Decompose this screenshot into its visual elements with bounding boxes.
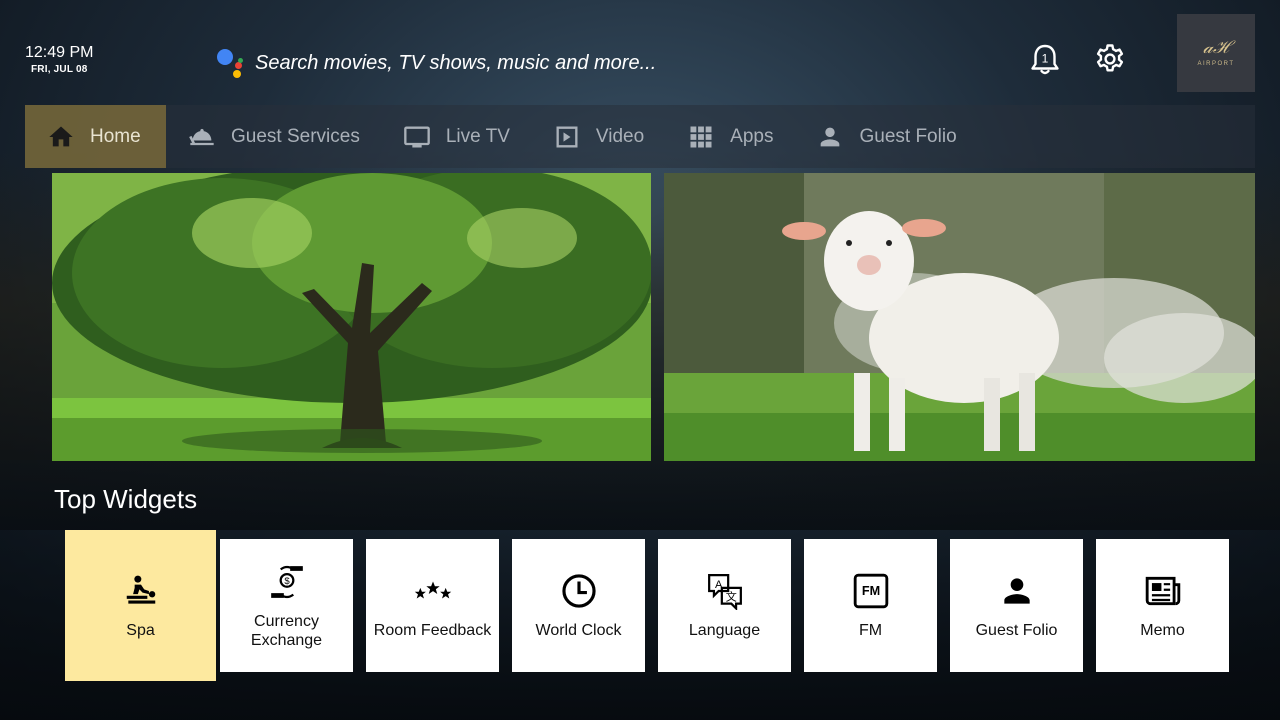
nav-label: Guest Services [231, 125, 360, 147]
widget-label: World Clock [535, 622, 622, 639]
nav-label: Guest Folio [859, 125, 957, 147]
widget-label-line2: Exchange [250, 631, 323, 649]
widget-currency-exchange[interactable]: $ Currency Exchange [220, 539, 353, 672]
widget-label: Spa [126, 622, 155, 639]
search-bar[interactable]: Search movies, TV shows, music and more.… [214, 47, 656, 79]
nav-label: Video [595, 125, 645, 147]
nav-label: Apps [730, 125, 774, 147]
play-icon [552, 122, 582, 152]
widget-room-feedback[interactable]: Room Feedback [366, 539, 499, 672]
widget-label: Room Feedback [373, 622, 492, 639]
nav-item-video[interactable]: Video [531, 105, 665, 168]
widget-spa[interactable]: Spa [65, 530, 216, 681]
logo-text: AIRPORT [1197, 61, 1235, 67]
widget-label: Guest Folio [975, 622, 1058, 639]
nav-label: Home [90, 125, 141, 147]
widget-fm[interactable]: FM FM [804, 539, 937, 672]
notification-bell-icon[interactable]: 1 [1029, 43, 1061, 77]
nav-item-live-tv[interactable]: Live TV [381, 105, 531, 168]
svg-text:$: $ [284, 575, 290, 586]
hotel-logo: 𝒶ℋ AIRPORT [1177, 14, 1255, 92]
main-nav: Home Guest Services Live TV Video Apps G… [25, 105, 1255, 168]
search-placeholder[interactable]: Search movies, TV shows, music and more.… [255, 52, 656, 75]
nav-item-guest-folio[interactable]: Guest Folio [794, 105, 977, 168]
svg-text:FM: FM [861, 584, 879, 598]
widget-memo[interactable]: Memo [1096, 539, 1229, 672]
widget-label: FM [858, 622, 883, 639]
widget-label: Currency [254, 612, 319, 630]
settings-gear-icon[interactable] [1094, 43, 1126, 75]
apps-grid-icon [686, 122, 716, 152]
widget-language[interactable]: A文 Language [658, 539, 791, 672]
translate-icon: A文 [705, 571, 745, 611]
widget-label: Language [688, 622, 761, 639]
clock-time: 12:49 PM [25, 44, 94, 61]
tv-icon [402, 122, 432, 152]
notification-count: 1 [1042, 52, 1049, 66]
tree-image [52, 173, 651, 461]
bell-service-icon [187, 122, 217, 152]
newspaper-icon [1143, 571, 1183, 611]
tree-banner[interactable] [52, 173, 651, 461]
clock-icon [559, 571, 599, 611]
clock: 12:49 PM FRI, JUL 08 [25, 44, 105, 75]
currency-exchange-icon: $ [267, 562, 307, 602]
person-icon [997, 571, 1037, 611]
home-icon [46, 122, 76, 152]
lamb-image [664, 173, 1255, 461]
nav-item-home[interactable]: Home [25, 105, 166, 168]
widget-guest-folio[interactable]: Guest Folio [950, 539, 1083, 672]
person-icon [815, 122, 845, 152]
widget-label: Memo [1140, 622, 1185, 639]
nav-item-guest-services[interactable]: Guest Services [166, 105, 381, 168]
spa-icon [121, 571, 161, 611]
svg-text:文: 文 [725, 590, 736, 604]
nav-label: Live TV [445, 125, 510, 147]
stars-icon [413, 571, 453, 611]
clock-date: FRI, JUL 08 [31, 64, 88, 75]
widget-world-clock[interactable]: World Clock [512, 539, 645, 672]
lamb-banner[interactable] [664, 173, 1255, 461]
widgets-title: Top Widgets [54, 484, 198, 514]
fm-radio-icon: FM [851, 571, 891, 611]
nav-item-apps[interactable]: Apps [665, 105, 794, 168]
google-assistant-icon[interactable] [214, 47, 246, 79]
logo-mark: 𝒶ℋ [1202, 37, 1230, 58]
